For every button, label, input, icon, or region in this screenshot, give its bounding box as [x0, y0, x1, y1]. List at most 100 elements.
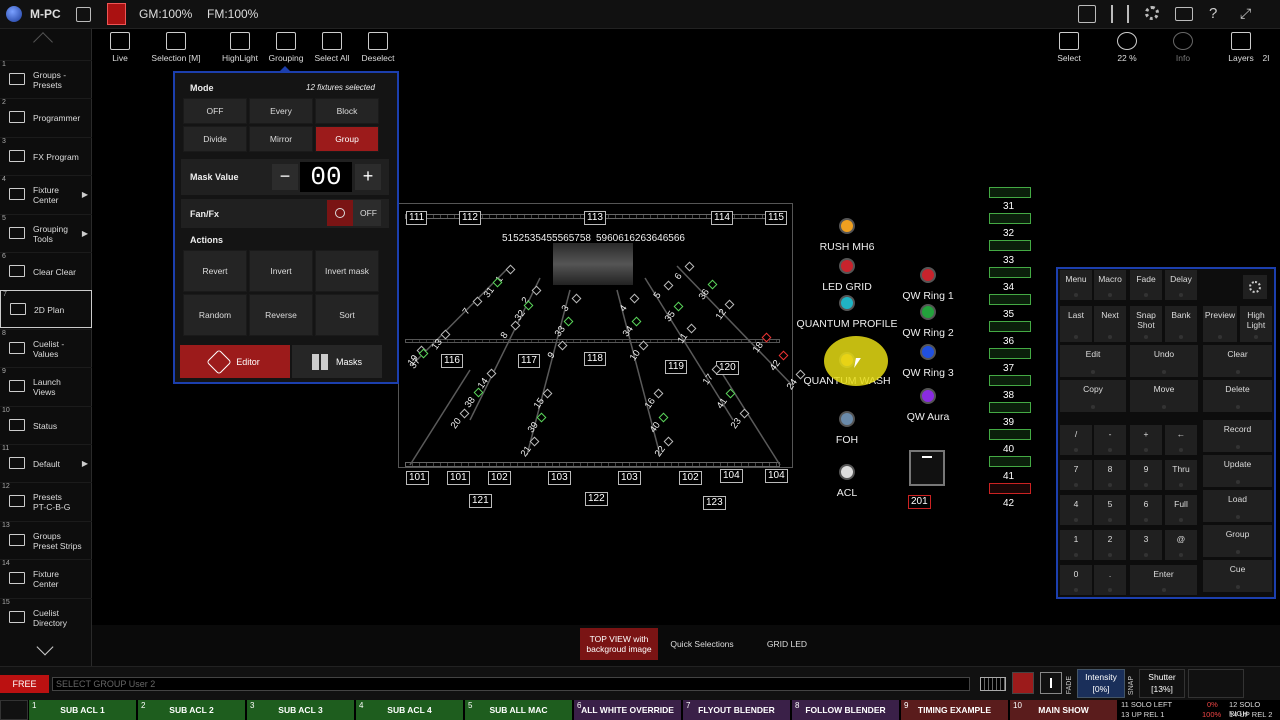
- key-enter[interactable]: Enter: [1130, 565, 1197, 595]
- mode-divide-button[interactable]: Divide: [183, 126, 247, 152]
- key-delay[interactable]: Delay: [1165, 270, 1197, 300]
- device-qw-ring-2[interactable]: [920, 304, 936, 320]
- truss-label-102[interactable]: 102: [488, 471, 511, 485]
- mode-block-button[interactable]: Block: [315, 98, 379, 124]
- key-8[interactable]: 8: [1094, 460, 1126, 490]
- truss-label-101[interactable]: 101: [406, 471, 429, 485]
- key-undo[interactable]: Undo: [1130, 345, 1198, 377]
- action-invert-button[interactable]: Invert: [249, 250, 313, 292]
- device-led-grid[interactable]: [839, 258, 855, 274]
- executor-9[interactable]: 9 TIMING EXAMPLE: [901, 700, 1008, 720]
- mask-decrement-button[interactable]: −: [272, 164, 298, 190]
- key-preview[interactable]: Preview: [1203, 306, 1237, 342]
- executor-8[interactable]: 8 FOLLOW BLENDER: [792, 700, 899, 720]
- key-clear[interactable]: Clear: [1203, 345, 1272, 377]
- truss-label-119[interactable]: 119: [665, 360, 687, 374]
- key-7[interactable]: 7: [1060, 460, 1092, 490]
- dimmer-bar-40[interactable]: [989, 456, 1031, 467]
- truss-label-201[interactable]: 201: [908, 495, 931, 509]
- key-16[interactable]: /: [1060, 425, 1092, 455]
- truss-label-114[interactable]: 114: [711, 211, 733, 225]
- mode-mirror-button[interactable]: Mirror: [249, 126, 313, 152]
- key-snap-shot[interactable]: Snap Shot: [1130, 306, 1162, 342]
- key-group[interactable]: Group: [1203, 525, 1272, 557]
- device-quantum-profile[interactable]: [839, 295, 855, 311]
- truss-label-104[interactable]: 104: [765, 469, 788, 483]
- key-copy[interactable]: Copy: [1060, 380, 1126, 412]
- encoder-slot-empty[interactable]: [1188, 669, 1244, 698]
- dimmer-bar-33[interactable]: [989, 267, 1031, 278]
- editor-tab[interactable]: Editor: [180, 345, 290, 378]
- key-4[interactable]: 4: [1060, 495, 1092, 525]
- key-cue[interactable]: Cue: [1203, 560, 1272, 592]
- key-full[interactable]: Full: [1165, 495, 1197, 525]
- key-37[interactable]: .: [1094, 565, 1126, 595]
- cursor-mode-icon[interactable]: [1040, 672, 1062, 694]
- mask-value-display[interactable]: 00: [300, 162, 352, 192]
- dimmer-bar-39[interactable]: [989, 429, 1031, 440]
- device-qw-ring-1[interactable]: [920, 267, 936, 283]
- preset-view-1[interactable]: TOP VIEW with backgroud image: [580, 628, 658, 660]
- key-move[interactable]: Move: [1130, 380, 1198, 412]
- mask-increment-button[interactable]: +: [355, 164, 381, 190]
- key-macro[interactable]: Macro: [1094, 270, 1126, 300]
- executor-3[interactable]: 3 SUB ACL 3: [247, 700, 354, 720]
- key-high-light[interactable]: High Light: [1240, 306, 1272, 342]
- device-qw-ring-3[interactable]: [920, 344, 936, 360]
- key-34[interactable]: @: [1165, 530, 1197, 560]
- executor-10[interactable]: 10 MAIN SHOW: [1010, 700, 1117, 720]
- device-201[interactable]: [909, 450, 945, 486]
- key--[interactable]: -: [1094, 425, 1126, 455]
- keyboard-icon[interactable]: [980, 677, 1006, 691]
- truss-label-104[interactable]: 104: [720, 469, 743, 483]
- grid-view-icon[interactable]: [1012, 672, 1034, 694]
- executor-1-handle[interactable]: [0, 700, 28, 720]
- dimmer-bar-41[interactable]: [989, 483, 1031, 494]
- device-qw-aura[interactable]: [920, 388, 936, 404]
- masks-tab[interactable]: Masks: [292, 345, 382, 378]
- key-fade[interactable]: Fade: [1130, 270, 1162, 300]
- dimmer-bar-36[interactable]: [989, 348, 1031, 359]
- executor-4[interactable]: 4 SUB ACL 4: [356, 700, 463, 720]
- executor-7[interactable]: 7 FLYOUT BLENDER: [683, 700, 790, 720]
- key-2[interactable]: 2: [1094, 530, 1126, 560]
- key-0[interactable]: 0: [1060, 565, 1092, 595]
- truss-label-122[interactable]: 122: [585, 492, 608, 506]
- key-record[interactable]: Record: [1203, 420, 1272, 452]
- truss-label-113[interactable]: 113: [584, 211, 606, 225]
- mode-every-button[interactable]: Every: [249, 98, 313, 124]
- executor-6[interactable]: 6 ALL WHITE OVERRIDE: [574, 700, 681, 720]
- fanfx-toggle[interactable]: OFF: [327, 200, 381, 226]
- key-19[interactable]: ←: [1165, 425, 1197, 455]
- key-9[interactable]: 9: [1130, 460, 1162, 490]
- action-random-button[interactable]: Random: [183, 294, 247, 336]
- key-last[interactable]: Last: [1060, 306, 1092, 342]
- intensity-encoder[interactable]: Intensity [0%]: [1077, 669, 1125, 698]
- truss-label-102[interactable]: 102: [679, 471, 702, 485]
- truss-label-111[interactable]: 111: [406, 211, 428, 225]
- dimmer-bar-top[interactable]: [989, 187, 1031, 198]
- preset-view-2[interactable]: Quick Selections: [662, 628, 742, 660]
- action-invert-mask-button[interactable]: Invert mask: [315, 250, 379, 292]
- key-6[interactable]: 6: [1130, 495, 1162, 525]
- device-acl[interactable]: [839, 464, 855, 480]
- key-edit[interactable]: Edit: [1060, 345, 1126, 377]
- executor-5[interactable]: 5 SUB ALL MAC: [465, 700, 572, 720]
- key-menu[interactable]: Menu: [1060, 270, 1092, 300]
- key-load[interactable]: Load: [1203, 490, 1272, 522]
- key-bank[interactable]: Bank: [1165, 306, 1197, 342]
- key-1[interactable]: 1: [1060, 530, 1092, 560]
- shutter-encoder[interactable]: Shutter [13%]: [1139, 669, 1185, 698]
- truss-label-121[interactable]: 121: [469, 494, 492, 508]
- truss-label-103[interactable]: 103: [618, 471, 641, 485]
- dimmer-bar-31[interactable]: [989, 213, 1031, 224]
- dimmer-bar-35[interactable]: [989, 321, 1031, 332]
- dimmer-bar-38[interactable]: [989, 402, 1031, 413]
- truss-label-101[interactable]: 101: [447, 471, 470, 485]
- key-update[interactable]: Update: [1203, 455, 1272, 487]
- executor-1[interactable]: 1 SUB ACL 1: [29, 700, 136, 720]
- truss-label-112[interactable]: 112: [459, 211, 481, 225]
- truss-label-123[interactable]: 123: [703, 496, 726, 510]
- key-delete[interactable]: Delete: [1203, 380, 1272, 412]
- mode-group-button[interactable]: Group: [315, 126, 379, 152]
